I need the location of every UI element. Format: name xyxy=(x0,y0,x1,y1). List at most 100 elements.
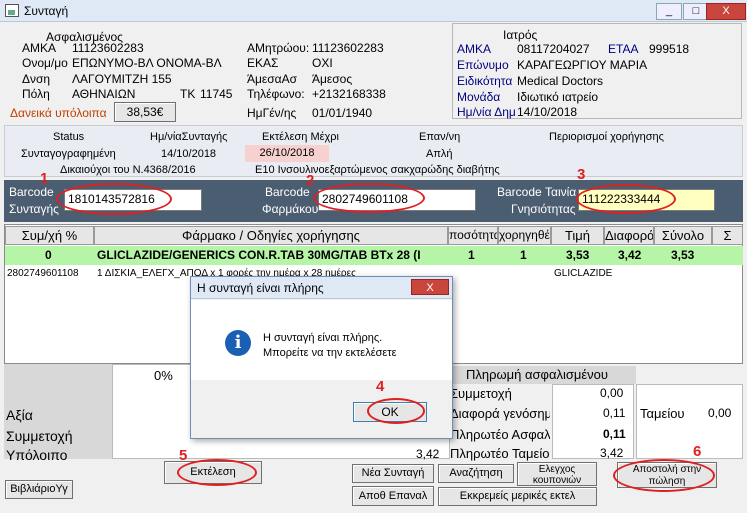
loan-balance-button[interactable]: 38,53€ xyxy=(114,102,176,122)
r-participation-label: Συμμετοχή xyxy=(450,386,512,401)
phone-label: Τηλέφωνο: xyxy=(247,87,305,101)
dob-label: ΗμΓέν/ης xyxy=(247,106,297,120)
insured-payment-header: Πληρωμή ασφαλισμένου xyxy=(438,366,636,384)
repeat-value: Απλή xyxy=(426,148,453,160)
limits-header: Περιορισμοί χορήγησης xyxy=(549,131,664,143)
doctor-panel: Ιατρός ΑΜΚΑ 08117204027 ΕΤΑΑ 999518 Επών… xyxy=(452,23,742,119)
beneficiary-note: Δικαιούχοι του Ν.4368/2016 xyxy=(60,164,196,176)
table-row[interactable]: 0 GLICLAZIDE/GENERICS CON.R.TAB 30MG/TAB… xyxy=(5,246,743,265)
row-difference: 3,42 xyxy=(618,248,642,262)
drug-barcode-label: Barcode xyxy=(265,185,310,199)
minimize-button[interactable]: _ xyxy=(656,3,682,20)
rx-barcode-label-2: Συνταγής xyxy=(9,202,59,216)
diagnosis-note: Ε10 Ινσουλινοεξαρτώμενος σακχαρώδης διαβ… xyxy=(255,164,500,176)
annotation-number-6: 6 xyxy=(693,443,702,460)
balance-label: Υπόλοιπο xyxy=(6,447,68,463)
repeat-header: Επαν/νη xyxy=(419,131,461,143)
annotation-number-4: 4 xyxy=(376,378,385,395)
phone-value: +2132168338 xyxy=(312,87,386,101)
insured-panel: Ασφαλισμένος ΑΜΚΑ 11123602283 Ονομ/μο ΕΠ… xyxy=(4,23,446,127)
doctor-surname-value: ΚΑΡΑΓΕΩΡΓΙΟΥ ΜΑΡΙΑ xyxy=(517,58,648,72)
insured-name-value: ΕΠΩΝΥΜΟ-ΒΛ ΟΝΟΜΑ-ΒΛ xyxy=(72,56,222,70)
grid-col-quantity[interactable]: ποσότητα xyxy=(448,226,498,245)
search-button[interactable]: Αναζήτηση xyxy=(438,464,514,483)
annotation-circle-2 xyxy=(313,183,425,213)
ekas-label: ΕΚΑΣ xyxy=(247,56,279,70)
drug-barcode-label-2: Φαρμάκου xyxy=(262,202,319,216)
insured-tk-value: 11745 xyxy=(200,87,233,101)
row-price: 3,53 xyxy=(566,248,590,262)
r-generic-diff-value: 0,11 xyxy=(603,406,626,420)
participation-label: Συμμετοχή xyxy=(6,428,73,444)
coupons-button[interactable]: Ελεγχος κουπονιών xyxy=(517,462,597,486)
insured-name-label: Ονομ/μο xyxy=(22,56,68,70)
annotation-circle-6 xyxy=(613,459,715,492)
doctor-amka-value: 08117204027 xyxy=(517,42,590,56)
r-generic-diff-label: Διαφορά γενόσημ xyxy=(450,406,550,421)
new-rx-button[interactable]: Νέα Συνταγή xyxy=(352,464,434,483)
row-generic-name: GLICLAZIDE xyxy=(554,268,613,279)
annotation-number-3: 3 xyxy=(577,166,586,183)
doctor-unit-label: Μονάδα xyxy=(457,90,501,104)
row-participation: 0 xyxy=(45,248,52,262)
doctor-spec-value: Medical Doctors xyxy=(517,74,604,88)
insured-amka-label: ΑΜΚΑ xyxy=(22,41,57,55)
balance-value: 3,42 xyxy=(416,447,440,461)
direct-label: ΆμεσαΑσ xyxy=(247,72,298,86)
annotation-number-1: 1 xyxy=(40,170,49,187)
direct-value: Άμεσος xyxy=(312,72,353,86)
passbook-button[interactable]: ΒιβλιάριοΥγ xyxy=(5,480,73,499)
annotation-circle-1 xyxy=(56,183,172,215)
row-dispensed: 1 xyxy=(520,248,527,262)
window-title: Συνταγή xyxy=(24,4,69,18)
row-drug-name: GLICLAZIDE/GENERICS CON.R.TAB 30MG/TAB B… xyxy=(97,248,421,262)
grid-col-extra[interactable]: Σ xyxy=(712,226,743,245)
dob-value: 01/01/1940 xyxy=(312,106,373,120)
percent-label: 0% xyxy=(154,368,173,383)
annotation-number-5: 5 xyxy=(179,447,188,464)
tape-barcode-label: Barcode Ταινία xyxy=(497,185,577,199)
status-panel: Status Ημ/νίαΣυνταγής Εκτέλεση Μέχρι Επα… xyxy=(4,125,743,177)
doctor-amka-label: ΑΜΚΑ xyxy=(457,42,492,56)
grid-col-drug[interactable]: Φάρμακο / Οδηγίες χορήγησης xyxy=(94,226,448,245)
insured-address-value: ΛΑΓΟΥΜΙΤΖΗ 155 xyxy=(72,72,172,86)
row-total: 3,53 xyxy=(671,248,695,262)
doctor-heading: Ιατρός xyxy=(503,28,538,42)
save-repeat-button[interactable]: Αποθ Επαναλ xyxy=(352,486,434,506)
info-icon: i xyxy=(225,330,251,356)
exec-until-value: 26/10/2018 xyxy=(245,145,329,162)
rx-barcode-label: Barcode xyxy=(9,185,54,199)
close-button[interactable]: X xyxy=(706,3,746,20)
status-value: Συνταγογραφημένη xyxy=(21,148,116,160)
rx-date-value: 14/10/2018 xyxy=(161,148,217,160)
dialog-message-2: Μπορείτε να την εκτελέσετε xyxy=(263,347,397,359)
annotation-circle-3 xyxy=(576,184,676,214)
dialog-close-button[interactable]: X xyxy=(411,279,449,295)
cash-value: 0,00 xyxy=(708,406,732,420)
regno-value: 11123602283 xyxy=(312,41,384,55)
row-quantity: 1 xyxy=(468,248,475,262)
etaa-value: 999518 xyxy=(649,42,690,56)
title-bar: Συνταγή _ □ X xyxy=(0,0,747,22)
status-header: Status xyxy=(53,131,85,143)
annotation-circle-4 xyxy=(367,398,425,424)
insured-address-label: Δνση xyxy=(22,72,51,86)
loan-balance-label: Δανεικά υπόλοιπα xyxy=(10,106,107,120)
pending-button[interactable]: Εκκρεμείς μερικές εκτελ xyxy=(438,487,597,506)
rx-date-header: Ημ/νίαΣυνταγής xyxy=(150,131,228,143)
ekas-value: ΟΧΙ xyxy=(312,56,333,70)
doctor-date-label: Ημ/νία Δημ xyxy=(457,105,516,119)
app-icon xyxy=(5,4,19,17)
r-insured-pay-label: Πληρωτέο Ασφαλ xyxy=(450,427,550,442)
grid-col-total[interactable]: Σύνολο xyxy=(654,226,712,245)
r-insured-pay-value: 0,11 xyxy=(603,427,626,441)
grid-col-difference[interactable]: Διαφορά xyxy=(604,226,654,245)
cash-label: Ταμείου xyxy=(640,406,685,421)
grid-col-dispensed[interactable]: χορηγηθέν xyxy=(498,226,551,245)
annotation-number-2: 2 xyxy=(306,172,315,189)
row-barcode: 2802749601108 xyxy=(7,268,79,279)
grid-col-price[interactable]: Τιμή xyxy=(551,226,604,245)
grid-col-participation[interactable]: Συμ/χή % xyxy=(5,226,94,245)
etaa-label: ΕΤΑΑ xyxy=(608,42,639,56)
r-fund-pay-label: Πληρωτέο Ταμείου xyxy=(450,446,550,461)
